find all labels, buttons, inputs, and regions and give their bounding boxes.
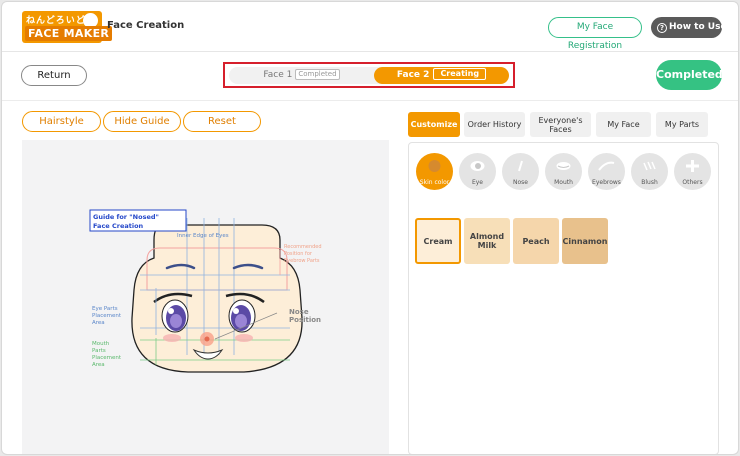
category-mouth[interactable]: Mouth (545, 153, 582, 190)
mouth-icon (556, 162, 571, 170)
inner-edge-label: Inner Edge of Eyes (177, 233, 229, 239)
swatch-cream[interactable]: Cream (415, 218, 461, 264)
face-canvas[interactable]: Guide for "Nosed" Face Creation Inner Ed… (22, 140, 389, 454)
eyebrow-label-line3: Eyebrow Parts (284, 258, 320, 264)
category-skin-color[interactable]: Skin color (416, 153, 453, 190)
category-label: Eyebrows (592, 179, 621, 186)
how-to-use-button[interactable]: ? How to Use (651, 17, 727, 38)
face1-tab[interactable]: Face 1 Completed (229, 67, 374, 84)
header: ねんどろいど FACE MAKER Face Creation My Face … (2, 2, 738, 52)
logo-japanese-text: ねんどろいど (26, 16, 86, 26)
completed-button[interactable]: Completed (656, 60, 723, 90)
tab-everyones-faces-label: Everyone's Faces (538, 115, 583, 134)
hairstyle-button[interactable]: Hairstyle (22, 111, 101, 132)
skin-color-icon (428, 160, 441, 172)
hide-guide-button[interactable]: Hide Guide (103, 111, 181, 132)
eyebrows-icon (598, 161, 615, 171)
tab-everyones-faces[interactable]: Everyone's Faces (530, 112, 591, 137)
tab-order-history[interactable]: Order History (464, 112, 525, 137)
nose-label-line1: Nose (289, 308, 309, 316)
face-switcher: Face 1 Completed Face 2 Creating (223, 62, 515, 88)
category-nose[interactable]: Nose (502, 153, 539, 190)
logo-main-text: FACE MAKER (25, 26, 113, 41)
swatch-almond-milk-label: Almond Milk (469, 232, 505, 250)
category-eyebrows[interactable]: Eyebrows (588, 153, 625, 190)
category-others[interactable]: Others (674, 153, 711, 190)
mouth-label-line4: Area (92, 362, 105, 368)
swatch-peach[interactable]: Peach (513, 218, 559, 264)
reset-button[interactable]: Reset (183, 111, 261, 132)
guide-title-line1: Guide for "Nosed" (93, 213, 159, 221)
nose-label-line2: Position (289, 316, 321, 324)
swatch-cinnamon[interactable]: Cinnamon (562, 218, 608, 264)
how-to-use-label: How to Use (669, 22, 727, 32)
eye-label-line3: Area (92, 320, 105, 326)
category-eye[interactable]: Eye (459, 153, 496, 190)
question-icon: ? (657, 23, 667, 33)
tab-my-parts[interactable]: My Parts (656, 112, 708, 137)
face-switch-track: Face 1 Completed Face 2 Creating (229, 67, 509, 84)
eyebrow-label-line2: Position for (284, 251, 313, 257)
eyebrow-label-line1: Recommended (284, 244, 322, 250)
mouth-label-line2: Parts (92, 348, 106, 354)
blush-icon (643, 161, 656, 171)
my-face-registration-button[interactable]: My Face Registration (548, 17, 642, 51)
tab-customize[interactable]: Customize (408, 112, 460, 137)
face2-tab[interactable]: Face 2 Creating (374, 67, 509, 84)
left-blush (163, 334, 181, 342)
divider (2, 100, 738, 101)
mouth-label-line3: Placement (92, 355, 122, 361)
app-window: ねんどろいど FACE MAKER Face Creation My Face … (1, 1, 739, 455)
plus-icon (686, 160, 699, 172)
customize-panel: Skin color Eye Nose Mouth Eyebrows Blush… (408, 142, 719, 454)
eye-label-line1: Eye Parts (92, 306, 118, 312)
return-button[interactable]: Return (21, 65, 87, 86)
category-label: Blush (641, 179, 658, 186)
nose-dot (204, 336, 210, 342)
face1-label: Face 1 (263, 70, 293, 80)
face-maker-logo[interactable]: ねんどろいど FACE MAKER (22, 11, 113, 43)
page-title: Face Creation (107, 20, 185, 31)
guide-title-line2: Face Creation (93, 222, 144, 230)
category-label: Skin color (419, 179, 450, 186)
face2-label: Face 2 (396, 70, 430, 80)
eye-label-line2: Placement (92, 313, 122, 319)
right-blush (235, 334, 253, 342)
category-label: Nose (513, 179, 528, 186)
nose-icon (518, 160, 523, 172)
eye-icon (470, 161, 485, 171)
tab-my-face[interactable]: My Face (596, 112, 651, 137)
face1-status-badge: Completed (295, 69, 340, 80)
category-label: Eye (471, 179, 484, 186)
swatch-almond-milk[interactable]: Almond Milk (464, 218, 510, 264)
face2-status-badge: Creating (433, 68, 487, 80)
face-guide-illustration: Guide for "Nosed" Face Creation Inner Ed… (89, 209, 322, 373)
mouth-label-line1: Mouth (92, 341, 110, 347)
category-label: Others (682, 179, 703, 186)
category-label: Mouth (554, 179, 573, 186)
category-blush[interactable]: Blush (631, 153, 668, 190)
